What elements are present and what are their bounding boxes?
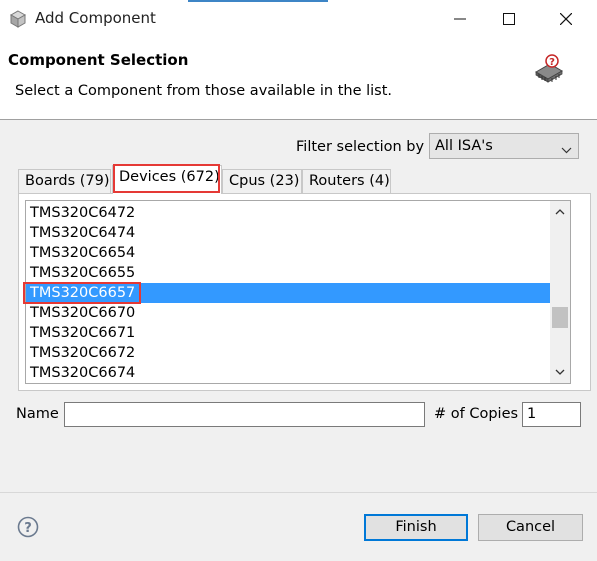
- copies-input[interactable]: 1: [522, 402, 581, 427]
- chevron-up-icon: [555, 209, 565, 215]
- help-icon[interactable]: ?: [17, 516, 39, 538]
- header-divider: [0, 119, 597, 120]
- window-title: Add Component: [35, 9, 156, 27]
- list-item[interactable]: TMS320C6671: [26, 323, 551, 343]
- list-item[interactable]: TMS320C6472: [26, 203, 551, 223]
- tab-boards[interactable]: Boards (79): [18, 169, 111, 193]
- window-edge-accent: [188, 0, 328, 2]
- chevron-down-icon: [561, 142, 572, 158]
- list-item[interactable]: TMS320C6674: [26, 363, 551, 383]
- isa-filter-select[interactable]: All ISA's: [429, 133, 579, 159]
- maximize-button[interactable]: [489, 4, 529, 34]
- app-icon: [8, 9, 28, 29]
- svg-text:?: ?: [549, 57, 555, 68]
- list-item[interactable]: TMS320C6654: [26, 243, 551, 263]
- tab-devices[interactable]: Devices (672): [112, 165, 222, 194]
- device-list[interactable]: TMS320C6472 TMS320C6474 TMS320C6654 TMS3…: [25, 200, 571, 384]
- scrollbar-thumb[interactable]: [552, 307, 568, 328]
- minimize-icon: [454, 18, 466, 20]
- list-item[interactable]: TMS320C6670: [26, 303, 551, 323]
- name-input[interactable]: [64, 402, 425, 427]
- maximize-icon: [503, 13, 515, 25]
- list-item[interactable]: TMS320C6655: [26, 263, 551, 283]
- chip-help-icon: ?: [532, 54, 566, 86]
- scroll-up-button[interactable]: [550, 201, 570, 223]
- scroll-down-button[interactable]: [550, 361, 570, 383]
- copies-label: # of Copies: [434, 406, 519, 422]
- list-item-selected[interactable]: TMS320C6657: [26, 283, 551, 303]
- list-item[interactable]: TMS320C6672: [26, 343, 551, 363]
- svg-text:?: ?: [24, 521, 32, 536]
- cancel-button[interactable]: Cancel: [478, 514, 583, 541]
- close-button[interactable]: [546, 4, 586, 34]
- footer-divider: [0, 492, 597, 493]
- tab-cpus[interactable]: Cpus (23): [222, 169, 302, 193]
- name-label: Name: [16, 406, 59, 422]
- isa-filter-value: All ISA's: [435, 138, 493, 154]
- list-scrollbar[interactable]: [550, 201, 570, 383]
- minimize-button[interactable]: [440, 4, 480, 34]
- list-item[interactable]: TMS320C6474: [26, 223, 551, 243]
- finish-button[interactable]: Finish: [364, 514, 468, 541]
- filter-label: Filter selection by: [296, 139, 425, 155]
- page-title: Component Selection: [8, 51, 189, 69]
- wizard-header: Component Selection Select a Component f…: [0, 38, 597, 119]
- tab-routers[interactable]: Routers (4): [302, 169, 391, 193]
- page-description: Select a Component from those available …: [15, 83, 393, 99]
- title-bar: Add Component: [0, 0, 597, 38]
- chevron-down-icon: [555, 369, 565, 375]
- close-icon: [560, 13, 572, 25]
